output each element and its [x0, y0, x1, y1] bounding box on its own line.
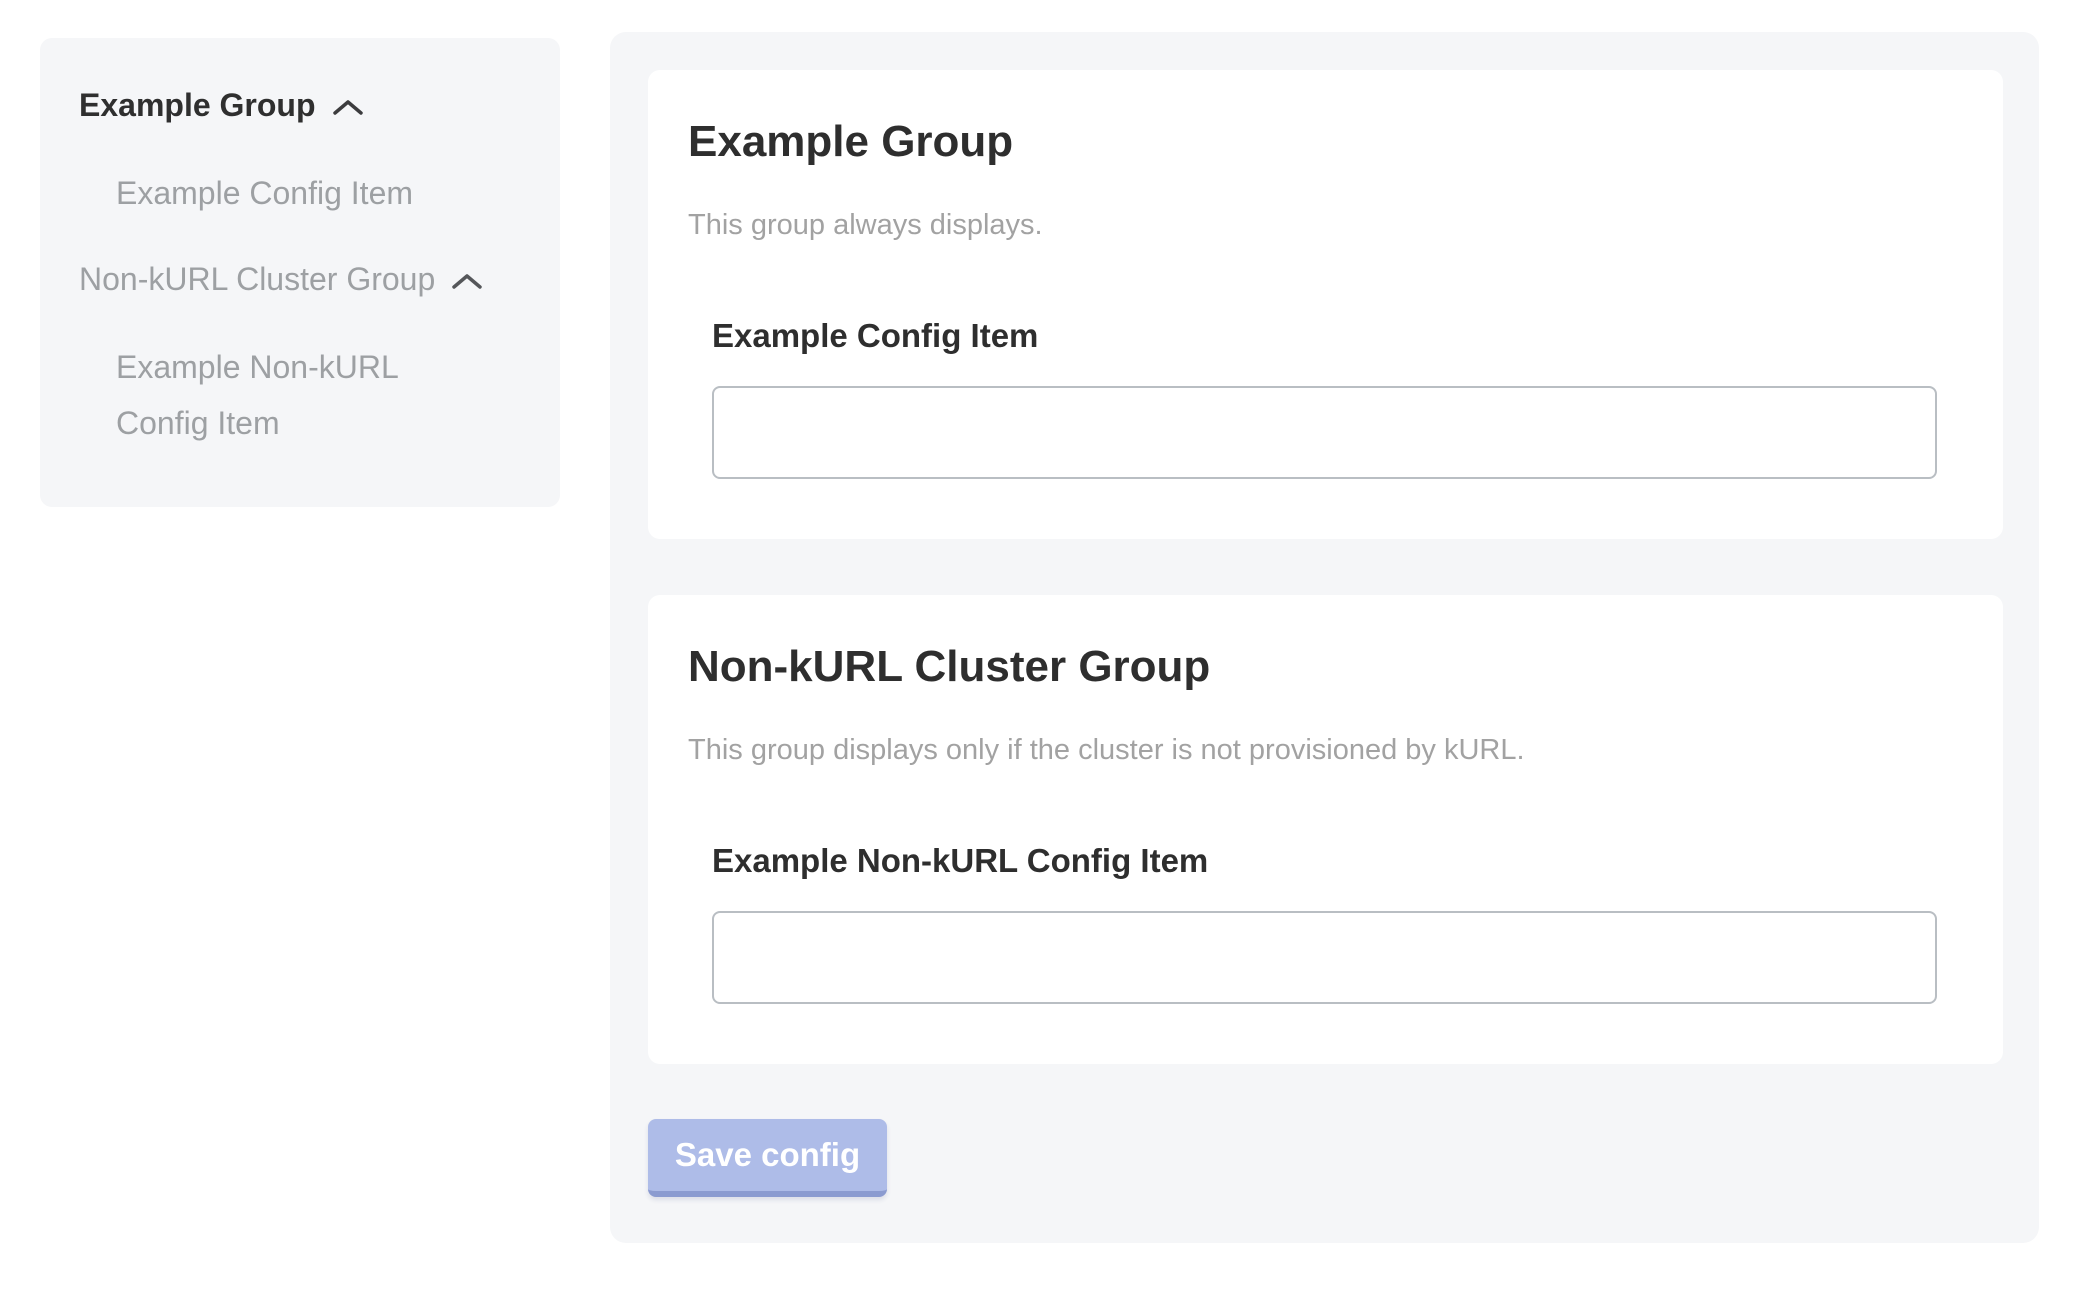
sidebar-group-label: Non-kURL Cluster Group — [79, 259, 435, 299]
config-group-card-non-kurl-cluster-group: Non-kURL Cluster Group This group displa… — [648, 595, 2003, 1064]
sidebar-group-non-kurl-cluster-group[interactable]: Non-kURL Cluster Group — [79, 257, 530, 301]
save-config-button[interactable]: Save config — [648, 1119, 887, 1197]
sidebar-group-label: Example Group — [79, 85, 316, 125]
config-item: Example Non-kURL Config Item — [712, 841, 1963, 1004]
sidebar-group-example-group[interactable]: Example Group — [79, 83, 530, 127]
config-main-panel: Example Group This group always displays… — [610, 32, 2039, 1243]
chevron-up-icon — [450, 261, 484, 301]
config-item: Example Config Item — [712, 316, 1963, 479]
config-nav-sidebar: Example Group Example Config Item Non-kU… — [40, 38, 560, 507]
group-description: This group displays only if the cluster … — [688, 732, 1963, 768]
config-item-label: Example Config Item — [712, 316, 1963, 356]
group-title: Non-kURL Cluster Group — [688, 640, 1963, 694]
config-group-card-example-group: Example Group This group always displays… — [648, 70, 2003, 539]
example-config-item-input[interactable] — [712, 386, 1937, 479]
config-item-label: Example Non-kURL Config Item — [712, 841, 1963, 881]
sidebar-item-example-config-item[interactable]: Example Config Item — [116, 172, 530, 214]
group-title: Example Group — [688, 115, 1963, 169]
example-non-kurl-config-item-input[interactable] — [712, 911, 1937, 1004]
chevron-up-icon — [331, 87, 365, 127]
group-description: This group always displays. — [688, 207, 1963, 243]
sidebar-item-example-non-kurl-config-item[interactable]: Example Non-kURL Config Item — [116, 339, 446, 451]
